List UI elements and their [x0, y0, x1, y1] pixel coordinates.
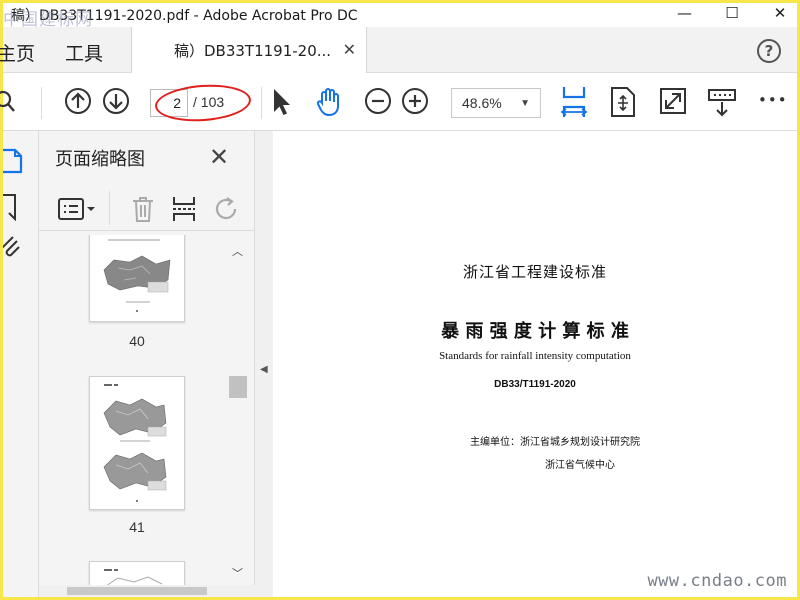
toolbar-divider: [41, 87, 42, 119]
select-tool-icon[interactable]: [271, 87, 291, 121]
panel-toolbar: [39, 187, 255, 231]
rotate-page-icon[interactable]: [213, 195, 241, 227]
document-title-english: Standards for rainfall intensity computa…: [439, 350, 631, 362]
panel-divider: [109, 191, 110, 225]
panel-title: 页面缩略图: [55, 149, 145, 170]
tab-document-label: 稿）DB33T1191-20...: [174, 41, 332, 60]
zoom-in-icon[interactable]: [401, 87, 429, 119]
horizontal-scrollbar-thumb[interactable]: [67, 587, 207, 595]
zoom-level-select[interactable]: 48.6% ▼: [451, 88, 541, 118]
chevron-down-icon: ▼: [520, 98, 530, 109]
document-code: DB33/T1191-2020: [494, 379, 576, 390]
document-coeditor: 浙江省气候中心: [545, 460, 615, 471]
scrollbar-thumb[interactable]: [229, 376, 247, 398]
tab-tools[interactable]: 工具: [65, 39, 103, 66]
maximize-icon[interactable]: ☐: [725, 4, 739, 22]
collapse-panel-icon[interactable]: ◀: [260, 364, 268, 375]
scroll-up-icon[interactable]: ︿: [232, 243, 243, 259]
read-mode-icon[interactable]: [707, 87, 737, 121]
attachment-icon[interactable]: [1, 235, 21, 267]
full-screen-icon[interactable]: [659, 87, 687, 119]
tab-close-icon[interactable]: ✕: [343, 40, 356, 59]
thumbnail-label: 41: [129, 519, 145, 535]
delete-page-icon[interactable]: [131, 195, 155, 227]
close-window-icon[interactable]: ✕: [773, 4, 787, 22]
panel-collapse-strip[interactable]: ◀: [255, 131, 273, 597]
page-thumbnail[interactable]: [89, 235, 185, 322]
document-title: 暴 雨 强 度 计 算 标 准: [441, 321, 629, 342]
minimize-icon[interactable]: —: [677, 4, 692, 22]
thumbnail-scrollbar[interactable]: ︿ ﹀: [229, 241, 247, 583]
fit-page-icon[interactable]: [609, 86, 637, 122]
horizontal-scrollbar[interactable]: [39, 585, 255, 597]
hand-tool-icon[interactable]: [314, 87, 344, 121]
thumbnail-list: 40 41: [39, 235, 229, 597]
zoom-level-value: 48.6%: [462, 95, 502, 111]
next-page-icon[interactable]: [102, 87, 130, 119]
title-bar: 稿）DB33T1191-2020.pdf - Adobe Acrobat Pro…: [3, 3, 797, 30]
tab-document[interactable]: 稿）DB33T1191-20... ✕: [131, 27, 367, 73]
toolbar: 2 / 103 48.6% ▼ •••: [0, 73, 797, 131]
zoom-out-icon[interactable]: [364, 87, 392, 119]
tab-bar: 主页 工具 稿）DB33T1191-20... ✕ ?: [0, 27, 797, 73]
bookmark-icon[interactable]: [1, 193, 19, 225]
window-controls: — ☐ ✕: [677, 4, 787, 22]
page-thumbnails-icon[interactable]: [1, 147, 23, 179]
window-title: 稿）DB33T1191-2020.pdf - Adobe Acrobat Pro…: [11, 8, 358, 24]
document-org: 浙江省工程建设标准: [462, 263, 607, 281]
navigation-rail: [1, 131, 39, 597]
help-icon[interactable]: ?: [757, 39, 781, 63]
panel-close-icon[interactable]: ✕: [209, 143, 229, 171]
toolbar-divider: [261, 87, 262, 119]
previous-page-icon[interactable]: [64, 87, 92, 119]
tab-home[interactable]: 主页: [0, 39, 35, 66]
site-watermark-footer: www.cndao.com: [647, 571, 787, 591]
document-editor: 主编单位：浙江省城乡规划设计研究院: [470, 437, 640, 448]
more-tools-icon[interactable]: •••: [758, 91, 788, 109]
document-view[interactable]: 浙江省工程建设标准 暴 雨 强 度 计 算 标 准 Standards for …: [273, 131, 797, 597]
thumbnail-label: 40: [129, 333, 145, 349]
insert-page-icon[interactable]: [171, 195, 197, 227]
search-icon[interactable]: [0, 89, 17, 119]
scroll-down-icon[interactable]: ﹀: [232, 565, 243, 581]
options-menu-icon[interactable]: [57, 197, 97, 225]
fit-width-icon[interactable]: [559, 85, 589, 123]
page-thumbnail[interactable]: [89, 376, 185, 510]
thumbnail-panel: 页面缩略图 ✕ 40 41 ︿ ﹀: [39, 131, 255, 597]
